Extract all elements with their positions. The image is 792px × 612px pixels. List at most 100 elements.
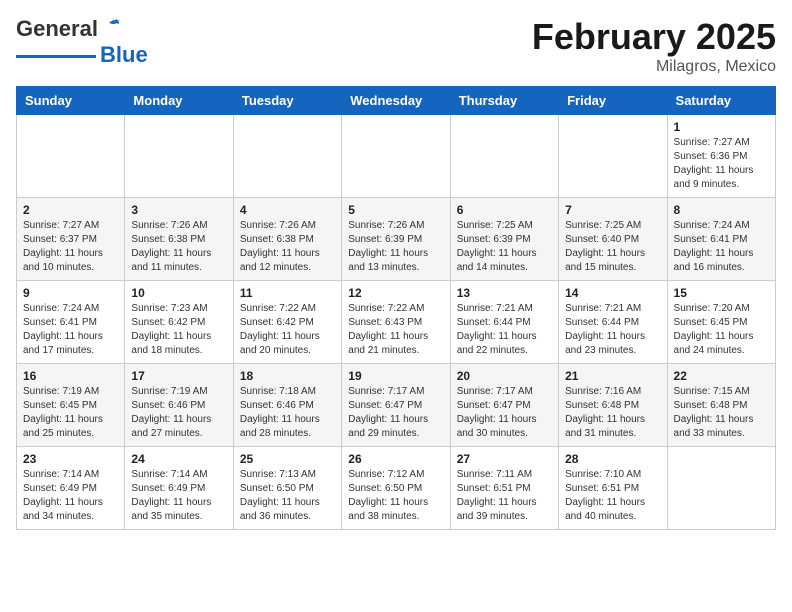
weekday-header: Thursday xyxy=(450,87,558,115)
day-number: 26 xyxy=(348,452,443,466)
day-info: Sunrise: 7:13 AM Sunset: 6:50 PM Dayligh… xyxy=(240,468,335,524)
calendar-week-row: 2 Sunrise: 7:27 AM Sunset: 6:37 PM Daylig… xyxy=(17,198,776,281)
calendar-cell xyxy=(450,115,558,198)
calendar-cell: 21 Sunrise: 7:16 AM Sunset: 6:48 PM Dayli… xyxy=(559,364,667,447)
weekday-header: Friday xyxy=(559,87,667,115)
day-info: Sunrise: 7:19 AM Sunset: 6:45 PM Dayligh… xyxy=(23,385,118,441)
calendar-cell: 23Sunrise: 7:14 AM Sunset: 6:49 PM Dayli… xyxy=(17,447,125,530)
day-info: Sunrise: 7:24 AM Sunset: 6:41 PM Dayligh… xyxy=(674,219,769,275)
day-info: Sunrise: 7:26 AM Sunset: 6:38 PM Dayligh… xyxy=(240,219,335,275)
calendar-cell: 9 Sunrise: 7:24 AM Sunset: 6:41 PM Daylig… xyxy=(17,281,125,364)
day-number: 17 xyxy=(131,369,226,383)
day-info: Sunrise: 7:12 AM Sunset: 6:50 PM Dayligh… xyxy=(348,468,443,524)
day-info: Sunrise: 7:25 AM Sunset: 6:40 PM Dayligh… xyxy=(565,219,660,275)
logo-line xyxy=(16,55,96,58)
day-info: Sunrise: 7:20 AM Sunset: 6:45 PM Dayligh… xyxy=(674,302,769,358)
calendar-cell: 13 Sunrise: 7:21 AM Sunset: 6:44 PM Dayli… xyxy=(450,281,558,364)
calendar-cell: 22 Sunrise: 7:15 AM Sunset: 6:48 PM Dayli… xyxy=(667,364,775,447)
day-number: 4 xyxy=(240,203,335,217)
logo-bird-icon xyxy=(100,19,120,35)
day-info: Sunrise: 7:16 AM Sunset: 6:48 PM Dayligh… xyxy=(565,385,660,441)
calendar-cell: 28Sunrise: 7:10 AM Sunset: 6:51 PM Dayli… xyxy=(559,447,667,530)
calendar-cell: 16 Sunrise: 7:19 AM Sunset: 6:45 PM Dayli… xyxy=(17,364,125,447)
calendar-cell: 18 Sunrise: 7:18 AM Sunset: 6:46 PM Dayli… xyxy=(233,364,341,447)
day-number: 24 xyxy=(131,452,226,466)
day-number: 2 xyxy=(23,203,118,217)
day-number: 14 xyxy=(565,286,660,300)
calendar-cell: 27 Sunrise: 7:11 AM Sunset: 6:51 PM Dayli… xyxy=(450,447,558,530)
calendar-cell: 1Sunrise: 7:27 AM Sunset: 6:36 PM Daylig… xyxy=(667,115,775,198)
day-number: 6 xyxy=(457,203,552,217)
calendar-cell xyxy=(125,115,233,198)
calendar-cell: 6 Sunrise: 7:25 AM Sunset: 6:39 PM Daylig… xyxy=(450,198,558,281)
month-title: February 2025 xyxy=(532,16,776,58)
location: Milagros, Mexico xyxy=(532,58,776,76)
calendar-week-row: 1Sunrise: 7:27 AM Sunset: 6:36 PM Daylig… xyxy=(17,115,776,198)
day-number: 16 xyxy=(23,369,118,383)
day-number: 19 xyxy=(348,369,443,383)
calendar-cell xyxy=(17,115,125,198)
day-info: Sunrise: 7:17 AM Sunset: 6:47 PM Dayligh… xyxy=(348,385,443,441)
calendar-table: SundayMondayTuesdayWednesdayThursdayFrid… xyxy=(16,86,776,530)
page-header: General Blue February 2025 Milagros, Mex… xyxy=(16,16,776,76)
calendar-header-row: SundayMondayTuesdayWednesdayThursdayFrid… xyxy=(17,87,776,115)
day-info: Sunrise: 7:26 AM Sunset: 6:39 PM Dayligh… xyxy=(348,219,443,275)
day-info: Sunrise: 7:27 AM Sunset: 6:37 PM Dayligh… xyxy=(23,219,118,275)
calendar-cell: 10Sunrise: 7:23 AM Sunset: 6:42 PM Dayli… xyxy=(125,281,233,364)
day-number: 18 xyxy=(240,369,335,383)
calendar-week-row: 23 Sunrise: 7:14 AM Sunset: 6:49 PM Dayli… xyxy=(17,447,776,530)
day-info: Sunrise: 7:27 AM Sunset: 6:36 PM Dayligh… xyxy=(674,136,769,192)
calendar-cell: 5 Sunrise: 7:26 AM Sunset: 6:39 PM Daylig… xyxy=(342,198,450,281)
day-number: 22 xyxy=(674,369,769,383)
day-number: 27 xyxy=(457,452,552,466)
weekday-header: Sunday xyxy=(17,87,125,115)
calendar-cell: 25 Sunrise: 7:13 AM Sunset: 6:50 PM Dayli… xyxy=(233,447,341,530)
day-number: 7 xyxy=(565,203,660,217)
day-number: 3 xyxy=(131,203,226,217)
day-number: 9 xyxy=(23,286,118,300)
day-info: Sunrise: 7:18 AM Sunset: 6:46 PM Dayligh… xyxy=(240,385,335,441)
calendar-cell: 19 Sunrise: 7:17 AM Sunset: 6:47 PM Dayli… xyxy=(342,364,450,447)
calendar-cell: 2 Sunrise: 7:27 AM Sunset: 6:37 PM Daylig… xyxy=(17,198,125,281)
logo-general: General xyxy=(16,16,98,42)
day-info: Sunrise: 7:25 AM Sunset: 6:39 PM Dayligh… xyxy=(457,219,552,275)
day-info: Sunrise: 7:11 AM Sunset: 6:51 PM Dayligh… xyxy=(457,468,552,524)
day-info: Sunrise: 7:15 AM Sunset: 6:48 PM Dayligh… xyxy=(674,385,769,441)
calendar-cell: 12 Sunrise: 7:22 AM Sunset: 6:43 PM Dayli… xyxy=(342,281,450,364)
day-number: 20 xyxy=(457,369,552,383)
day-number: 15 xyxy=(674,286,769,300)
calendar-cell: 17Sunrise: 7:19 AM Sunset: 6:46 PM Dayli… xyxy=(125,364,233,447)
day-number: 23 xyxy=(23,452,118,466)
calendar-cell: 3 Sunrise: 7:26 AM Sunset: 6:38 PM Daylig… xyxy=(125,198,233,281)
day-info: Sunrise: 7:22 AM Sunset: 6:43 PM Dayligh… xyxy=(348,302,443,358)
day-number: 25 xyxy=(240,452,335,466)
logo: General Blue xyxy=(16,16,148,68)
calendar-cell xyxy=(667,447,775,530)
calendar-cell: 14Sunrise: 7:21 AM Sunset: 6:44 PM Dayli… xyxy=(559,281,667,364)
calendar-cell: 26 Sunrise: 7:12 AM Sunset: 6:50 PM Dayli… xyxy=(342,447,450,530)
calendar-cell: 11Sunrise: 7:22 AM Sunset: 6:42 PM Dayli… xyxy=(233,281,341,364)
day-info: Sunrise: 7:14 AM Sunset: 6:49 PM Dayligh… xyxy=(131,468,226,524)
calendar-week-row: 16 Sunrise: 7:19 AM Sunset: 6:45 PM Dayli… xyxy=(17,364,776,447)
weekday-header: Wednesday xyxy=(342,87,450,115)
weekday-header: Monday xyxy=(125,87,233,115)
day-number: 8 xyxy=(674,203,769,217)
weekday-header: Saturday xyxy=(667,87,775,115)
calendar-cell: 4 Sunrise: 7:26 AM Sunset: 6:38 PM Daylig… xyxy=(233,198,341,281)
day-info: Sunrise: 7:22 AM Sunset: 6:42 PM Dayligh… xyxy=(240,302,335,358)
logo-blue: Blue xyxy=(100,42,148,68)
title-block: February 2025 Milagros, Mexico xyxy=(532,16,776,76)
day-number: 5 xyxy=(348,203,443,217)
day-info: Sunrise: 7:21 AM Sunset: 6:44 PM Dayligh… xyxy=(457,302,552,358)
calendar-cell: 24 Sunrise: 7:14 AM Sunset: 6:49 PM Dayli… xyxy=(125,447,233,530)
day-number: 21 xyxy=(565,369,660,383)
day-info: Sunrise: 7:26 AM Sunset: 6:38 PM Dayligh… xyxy=(131,219,226,275)
day-number: 13 xyxy=(457,286,552,300)
day-number: 12 xyxy=(348,286,443,300)
calendar-cell xyxy=(559,115,667,198)
calendar-cell: 8 Sunrise: 7:24 AM Sunset: 6:41 PM Daylig… xyxy=(667,198,775,281)
day-info: Sunrise: 7:23 AM Sunset: 6:42 PM Dayligh… xyxy=(131,302,226,358)
day-info: Sunrise: 7:17 AM Sunset: 6:47 PM Dayligh… xyxy=(457,385,552,441)
day-info: Sunrise: 7:24 AM Sunset: 6:41 PM Dayligh… xyxy=(23,302,118,358)
weekday-header: Tuesday xyxy=(233,87,341,115)
